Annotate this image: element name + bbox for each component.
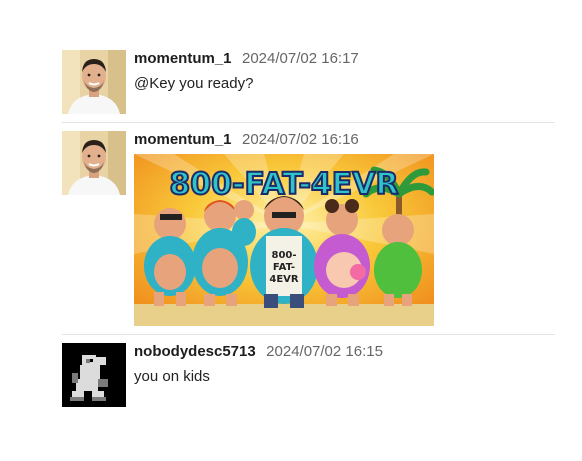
message-header: nobodydesc5713 2024/07/02 16:15 [134, 343, 554, 361]
timestamp: 2024/07/02 16:16 [241, 131, 359, 148]
image-attachment[interactable]: 800-FAT-4EVR 800- FAT- 4EVR [134, 154, 434, 326]
message-item: momentum_1 2024/07/02 16:17 @Key you rea… [62, 50, 554, 114]
message-text: you on kids [134, 368, 210, 385]
username[interactable]: momentum_1 [134, 50, 232, 67]
man-smiling-photo-icon [62, 131, 126, 195]
username[interactable]: nobodydesc5713 [134, 343, 256, 360]
username[interactable]: momentum_1 [134, 131, 232, 148]
cartoon-characters-image: 800-FAT-4EVR 800- FAT- 4EVR [134, 154, 434, 326]
avatar[interactable] [62, 343, 126, 407]
message-text: @Key you ready? [134, 75, 254, 92]
divider [62, 334, 555, 335]
timestamp: 2024/07/02 16:15 [266, 343, 383, 360]
message-item: nobodydesc5713 2024/07/02 16:15 you on k… [62, 343, 554, 407]
message-item: momentum_1 2024/07/02 16:16 800-FAT-4EVR… [62, 131, 554, 327]
man-smiling-photo-icon [62, 50, 126, 114]
pixel-yoshi-sprite-icon [62, 343, 126, 407]
divider [62, 122, 555, 123]
message-body: momentum_1 2024/07/02 16:17 @Key you rea… [134, 50, 554, 94]
banner-text: 800-FAT-4EVR [169, 167, 398, 202]
message-body: momentum_1 2024/07/02 16:16 800-FAT-4EVR… [134, 131, 554, 326]
avatar[interactable] [62, 50, 126, 114]
shirt-text-line: 800- [271, 250, 296, 261]
message-header: momentum_1 2024/07/02 16:17 [134, 50, 554, 68]
message-body: nobodydesc5713 2024/07/02 16:15 you on k… [134, 343, 554, 387]
avatar[interactable] [62, 131, 126, 195]
shirt-text-line: FAT- [273, 262, 295, 273]
message-header: momentum_1 2024/07/02 16:16 [134, 131, 554, 149]
timestamp: 2024/07/02 16:17 [241, 50, 359, 67]
shirt-text-line: 4EVR [269, 274, 299, 285]
message-feed: momentum_1 2024/07/02 16:17 @Key you rea… [0, 0, 582, 461]
